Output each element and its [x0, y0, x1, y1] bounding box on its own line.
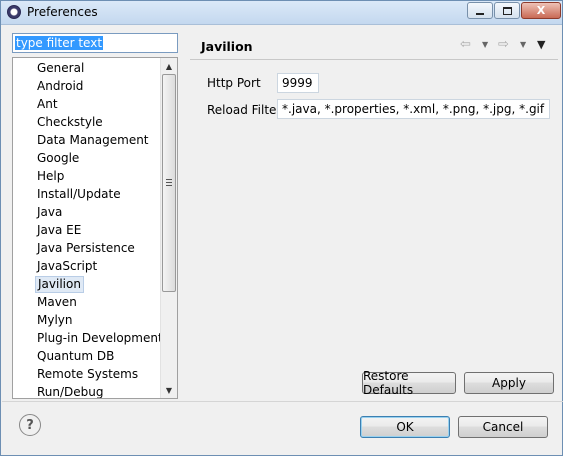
page-header: Javilion ⇦ ▼ ⇨ ▼ ▼	[190, 31, 558, 59]
filter-text: type filter text	[15, 36, 104, 50]
close-icon: X	[536, 4, 546, 17]
http-port-field[interactable]: 9999	[277, 73, 319, 93]
tree-scrollbar[interactable]: ▲ ▼	[160, 58, 177, 398]
tree-item[interactable]: Javilion	[35, 276, 84, 293]
tree-item[interactable]: Data Management	[35, 132, 151, 149]
view-menu-icon[interactable]: ▼	[537, 38, 545, 51]
ok-button[interactable]: OK	[360, 416, 450, 438]
tree-item[interactable]: Mylyn	[35, 312, 75, 329]
preference-tree[interactable]: General Android Ant Checkstyle Data Manageme…	[12, 57, 178, 399]
footer-divider	[2, 401, 563, 402]
reload-filter-label: Reload Filter	[207, 103, 282, 117]
forward-dropdown-icon[interactable]: ▼	[520, 40, 526, 49]
scroll-grip-icon	[166, 179, 172, 186]
tree-item[interactable]: Java EE	[35, 222, 83, 239]
scroll-thumb[interactable]	[162, 74, 176, 292]
back-dropdown-icon[interactable]: ▼	[482, 40, 488, 49]
reload-filter-field[interactable]: *.java, *.properties, *.xml, *.png, *.jp…	[277, 99, 550, 119]
tree-item[interactable]: Checkstyle	[35, 114, 105, 131]
tree-item[interactable]: Ant	[35, 96, 60, 113]
preferences-window: Preferences X type filter text General An…	[0, 0, 563, 456]
eclipse-app-icon	[7, 5, 21, 19]
window-title: Preferences	[27, 5, 98, 19]
minimize-button[interactable]	[467, 2, 493, 19]
tree-item[interactable]: Remote Systems	[35, 366, 140, 383]
tree-item[interactable]: Help	[35, 168, 66, 185]
tree-item[interactable]: Install/Update	[35, 186, 123, 203]
filter-input[interactable]: type filter text	[12, 33, 178, 53]
tree-item[interactable]: Android	[35, 78, 85, 95]
minimize-icon	[476, 12, 484, 15]
tree-item[interactable]: JavaScript	[35, 258, 99, 275]
close-button[interactable]: X	[521, 2, 561, 19]
cancel-button[interactable]: Cancel	[458, 416, 548, 438]
tree-item[interactable]: Plug-in Development	[35, 330, 165, 347]
maximize-icon	[502, 6, 512, 15]
tree-item[interactable]: Run/Debug	[35, 384, 106, 398]
tree-item[interactable]: General	[35, 60, 86, 77]
tree-item[interactable]: Java	[35, 204, 64, 221]
apply-button[interactable]: Apply	[464, 372, 554, 394]
maximize-button[interactable]	[494, 2, 520, 19]
back-arrow-icon[interactable]: ⇦	[460, 38, 471, 52]
http-port-label: Http Port	[207, 76, 261, 90]
scroll-down-arrow-icon[interactable]: ▼	[161, 382, 177, 398]
tree-item[interactable]: Maven	[35, 294, 79, 311]
tree-item[interactable]: Google	[35, 150, 81, 167]
tree-item[interactable]: Java Persistence	[35, 240, 137, 257]
tree-item[interactable]: Quantum DB	[35, 348, 116, 365]
title-bar[interactable]: Preferences X	[1, 1, 562, 25]
scroll-up-arrow-icon[interactable]: ▲	[161, 58, 177, 74]
page-title: Javilion	[201, 39, 253, 54]
restore-defaults-button[interactable]: Restore Defaults	[362, 369, 456, 397]
header-divider	[190, 59, 558, 60]
forward-arrow-icon[interactable]: ⇨	[498, 38, 509, 52]
help-icon[interactable]: ?	[19, 414, 41, 436]
